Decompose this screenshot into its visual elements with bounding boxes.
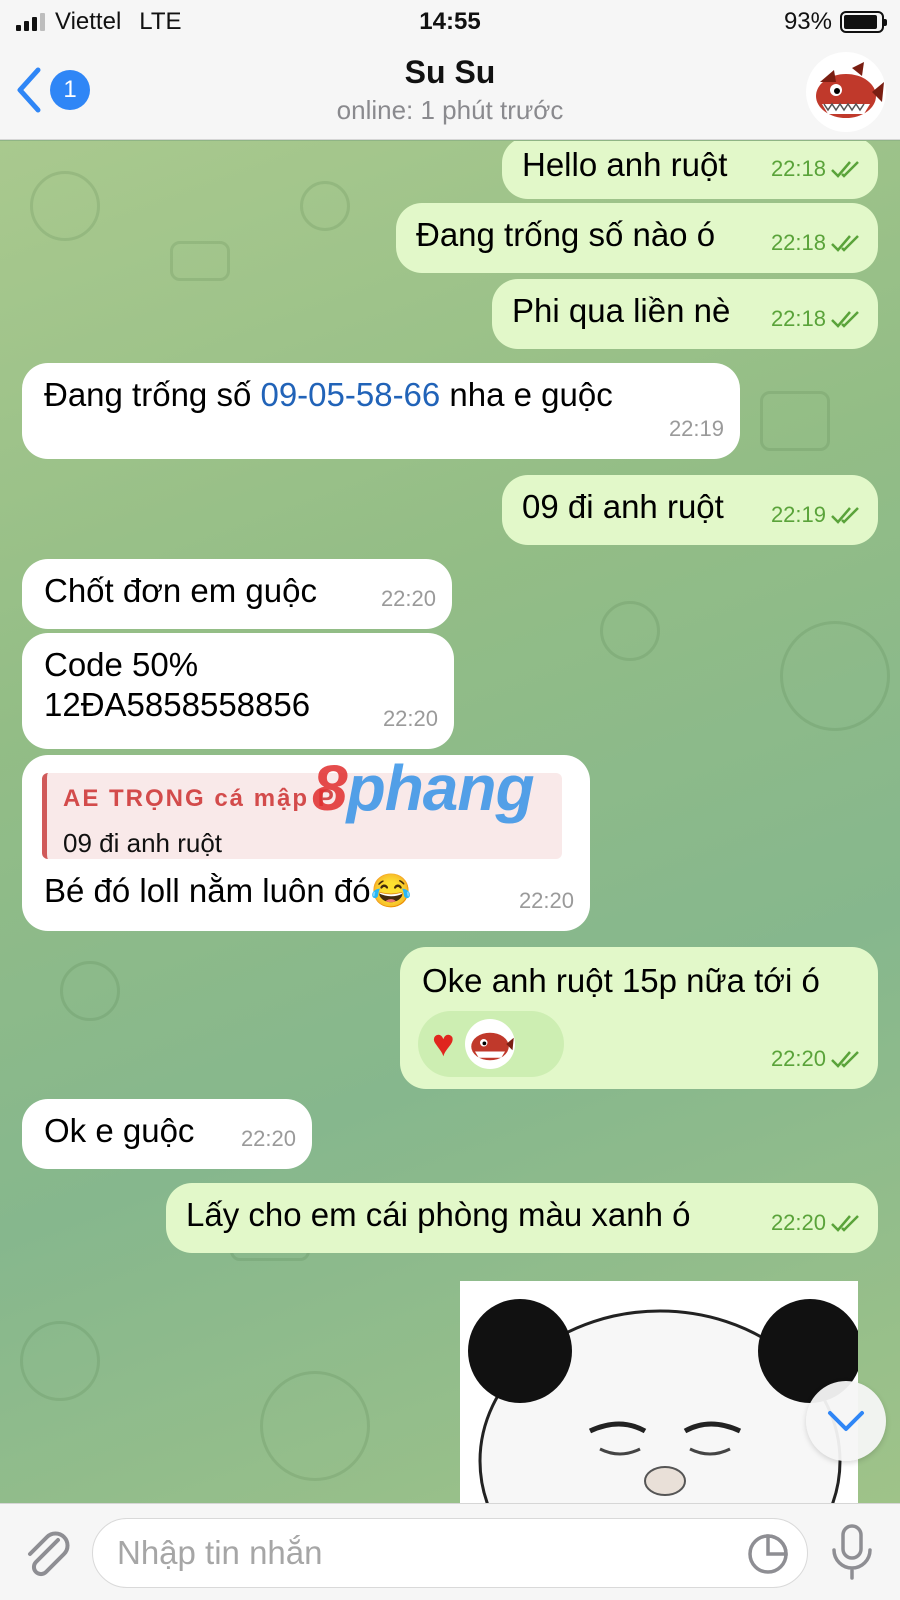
background-doodle <box>60 961 120 1021</box>
message-bubble-outgoing[interactable]: Lấy cho em cái phòng màu xanh ó 22:20 <box>166 1183 878 1253</box>
message-meta: 22:20 <box>381 579 436 619</box>
background-doodle <box>300 181 350 231</box>
message-text: Chốt đơn em guộc <box>44 572 317 609</box>
message-text-line-2: 12ĐA5858558856 <box>44 686 311 723</box>
background-doodle <box>30 171 100 241</box>
background-doodle <box>170 241 230 281</box>
message-meta: 22:20 <box>241 1119 296 1159</box>
network-type: LTE <box>139 8 182 35</box>
signal-icon <box>16 13 45 31</box>
message-bubble-incoming[interactable]: Code 50% 12ĐA5858558856 22:20 <box>22 633 454 749</box>
double-check-icon <box>830 1050 862 1068</box>
message-text: Oke anh ruột 15p nữa tới ó <box>422 962 820 999</box>
panda-sticker[interactable] <box>460 1281 858 1503</box>
message-text: Đang trống số <box>44 376 261 413</box>
message-time: 22:20 <box>518 888 574 913</box>
watermark-logo: 8phang <box>312 752 535 824</box>
panda-meme-icon <box>460 1281 858 1503</box>
double-check-icon <box>830 506 862 524</box>
message-text: Đang trống số nào ó <box>416 216 716 253</box>
double-check-icon <box>830 310 862 328</box>
microphone-icon[interactable] <box>828 1524 876 1580</box>
message-meta: 22:19 <box>669 409 724 449</box>
message-text-tail: nha e guộc <box>440 376 613 413</box>
message-bubble-incoming[interactable]: Ok e guộc 22:20 <box>22 1099 312 1169</box>
phone-number-link[interactable]: 09-05-58-66 <box>260 376 440 413</box>
message-text-line-1: Code 50% <box>44 646 199 683</box>
message-input-bar <box>0 1503 900 1600</box>
message-meta: 22:20 <box>771 1039 862 1079</box>
carrier-name: Viettel <box>55 8 122 35</box>
message-time: 22:20 <box>770 1210 826 1235</box>
message-bubble-incoming[interactable]: Chốt đơn em guộc 22:20 <box>22 559 452 629</box>
message-bubble-outgoing[interactable]: Oke anh ruột 15p nữa tới ó ♥ 22:20 <box>400 947 878 1089</box>
status-time: 14:55 <box>419 8 481 35</box>
piranha-avatar-icon <box>816 62 884 118</box>
message-meta: 22:18 <box>771 149 862 189</box>
message-time: 22:18 <box>770 156 826 181</box>
message-time: 22:20 <box>382 706 438 731</box>
message-bubble-outgoing[interactable]: Đang trống số nào ó 22:18 <box>396 203 878 273</box>
message-meta: 22:20 <box>383 699 438 739</box>
double-check-icon <box>830 1214 862 1232</box>
chevron-down-icon <box>828 1411 864 1431</box>
paperclip-icon[interactable] <box>20 1526 74 1580</box>
message-text: Phi qua liền nè <box>512 292 731 329</box>
background-doodle <box>780 621 890 731</box>
background-doodle <box>260 1371 370 1481</box>
background-doodle <box>20 1321 100 1401</box>
chat-subtitle: online: 1 phút trước <box>336 95 564 125</box>
contact-avatar[interactable] <box>806 52 886 132</box>
message-text: Bé đó loll nằm luôn đó😂 <box>44 872 412 909</box>
message-text: Lấy cho em cái phòng màu xanh ó <box>186 1196 691 1233</box>
battery-icon <box>840 11 887 33</box>
chat-title: Su Su <box>404 54 496 90</box>
message-time: 22:18 <box>770 306 826 331</box>
message-bubble-outgoing[interactable]: Phi qua liền nè 22:18 <box>492 279 878 349</box>
message-meta: 22:18 <box>771 223 862 263</box>
message-time: 22:20 <box>380 586 436 611</box>
reactor-avatar <box>464 1019 515 1069</box>
heart-reaction-icon: ♥ <box>432 1023 455 1065</box>
message-time: 22:20 <box>770 1046 826 1071</box>
message-text: Hello anh ruột <box>522 146 728 183</box>
message-meta: 22:19 <box>771 495 862 535</box>
reply-quote-text: 09 đi anh ruột <box>63 828 223 858</box>
background-doodle <box>600 601 660 661</box>
message-time: 22:18 <box>770 230 826 255</box>
background-doodle <box>760 391 830 451</box>
message-bubble-outgoing[interactable]: Hello anh ruột 22:18 <box>502 141 878 199</box>
chat-title-block[interactable]: Su Su online: 1 phút trước <box>0 54 900 126</box>
battery-percent: 93% <box>783 8 832 35</box>
message-text: Ok e guộc <box>44 1112 195 1149</box>
message-bubble-incoming[interactable]: Đang trống số 09-05-58-66 nha e guộc 22:… <box>22 363 740 459</box>
message-text: 09 đi anh ruột <box>522 488 724 525</box>
scroll-to-bottom-button[interactable] <box>806 1381 886 1461</box>
message-meta: 22:18 <box>771 299 862 339</box>
chat-header: 1 Su Su online: 1 phút trước <box>0 44 900 140</box>
double-check-icon <box>830 160 862 178</box>
sticker-icon[interactable] <box>746 1532 790 1576</box>
message-time: 22:19 <box>668 416 724 441</box>
reaction-bar[interactable]: ♥ <box>418 1011 564 1077</box>
status-bar: Viettel LTE 14:55 93% <box>0 0 900 44</box>
message-bubble-outgoing[interactable]: 09 đi anh ruột 22:19 <box>502 475 878 545</box>
double-check-icon <box>830 234 862 252</box>
message-meta: 22:20 <box>519 881 574 921</box>
message-input[interactable] <box>92 1518 808 1588</box>
message-meta: 22:20 <box>771 1203 862 1243</box>
piranha-avatar-icon <box>470 1032 514 1061</box>
message-time: 22:19 <box>770 502 826 527</box>
chat-area[interactable]: Hello anh ruột 22:18 Đang trống số nào ó… <box>0 141 900 1503</box>
message-time: 22:20 <box>240 1126 296 1151</box>
